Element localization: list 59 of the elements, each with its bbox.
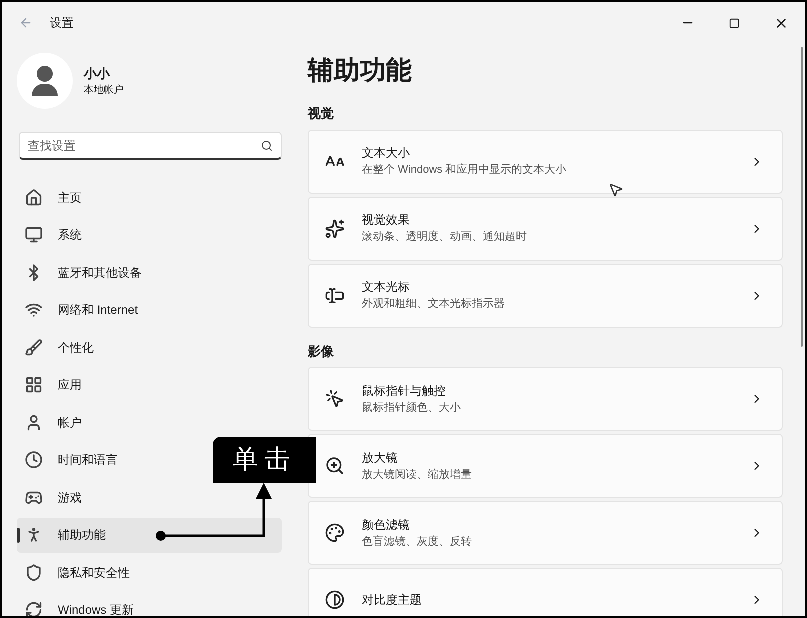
card-subtitle: 放大镜阅读、缩放增量 xyxy=(362,468,473,483)
wifi-icon xyxy=(25,301,43,319)
palette-icon xyxy=(325,523,345,543)
mouse-pointer-icon xyxy=(608,182,624,198)
card-subtitle: 滚动条、透明度、动画、通知超时 xyxy=(362,230,528,246)
sidebar-item[interactable]: 隐私和安全性 xyxy=(17,555,282,590)
search-field[interactable]: 查找设置 xyxy=(19,132,282,160)
sidebar-item[interactable]: 帐户 xyxy=(17,405,282,440)
shield-icon xyxy=(25,564,43,582)
back-icon[interactable] xyxy=(19,16,33,30)
settings-card[interactable]: 文本光标 外观和粗细、文本光标指示器 xyxy=(308,264,783,328)
zoom-in-icon xyxy=(325,456,345,476)
refresh-icon xyxy=(25,601,43,616)
text-cursor-icon xyxy=(325,286,345,306)
sidebar-item[interactable]: 个性化 xyxy=(17,330,282,365)
window-title: 设置 xyxy=(50,15,74,32)
sidebar-item[interactable]: 系统 xyxy=(17,218,282,252)
card-title: 鼠标指针与触控 xyxy=(362,382,447,400)
settings-card[interactable]: 对比度主题 xyxy=(308,568,783,616)
contrast-icon xyxy=(325,590,345,610)
sidebar-item[interactable]: 辅助功能 xyxy=(17,518,282,552)
maximize-icon xyxy=(729,18,740,28)
pointer-click-icon xyxy=(325,389,345,409)
clock-icon xyxy=(25,451,43,469)
sidebar-item[interactable]: 网络和 Internet xyxy=(17,292,282,328)
settings-card[interactable]: 鼠标指针与触控 鼠标指针颜色、大小 xyxy=(308,367,783,431)
sparkles-icon xyxy=(325,218,345,238)
user-icon xyxy=(25,414,43,432)
account-type: 本地帐户 xyxy=(84,84,124,98)
card-title: 颜色滤镜 xyxy=(362,516,411,534)
settings-card[interactable]: 颜色滤镜 色盲滤镜、灰度、反转 xyxy=(308,501,783,565)
selection-indicator xyxy=(17,528,20,542)
page-title: 辅助功能 xyxy=(308,57,413,83)
card-title: 文本大小 xyxy=(362,145,411,162)
brush-icon xyxy=(25,338,43,356)
settings-card[interactable]: 视觉效果 滚动条、透明度、动画、通知超时 xyxy=(308,196,783,260)
sidebar-item[interactable]: 蓝牙和其他设备 xyxy=(17,255,282,290)
home-icon xyxy=(25,188,43,206)
card-title: 放大镜 xyxy=(362,450,399,467)
sidebar-item[interactable]: 游戏 xyxy=(17,480,282,515)
card-title: 视觉效果 xyxy=(362,212,411,230)
apps-icon xyxy=(25,376,43,394)
card-subtitle: 鼠标指针颜色、大小 xyxy=(362,400,462,416)
settings-card[interactable]: 文本大小 在整个 Windows 和应用中显示的文本大小 xyxy=(308,130,783,194)
sidebar-item[interactable]: 主页 xyxy=(17,180,282,215)
click-callout-tooltip: 单击 xyxy=(213,437,316,483)
card-title: 文本光标 xyxy=(362,279,411,296)
search-icon xyxy=(261,140,273,152)
section-heading: 影像 xyxy=(308,342,335,360)
card-title: 对比度主题 xyxy=(362,592,423,609)
card-subtitle: 色盲滤镜、灰度、反转 xyxy=(362,534,473,550)
card-subtitle: 外观和粗细、文本光标指示器 xyxy=(362,296,506,312)
user-name: 小小 xyxy=(84,64,112,83)
section-heading: 视觉 xyxy=(308,105,335,123)
sidebar-item[interactable]: Windows 更新 xyxy=(17,592,282,616)
settings-card[interactable]: 放大镜 放大镜阅读、缩放增量 xyxy=(308,434,783,498)
sidebar-item[interactable]: 应用 xyxy=(17,368,282,402)
monitor-icon xyxy=(25,226,43,244)
card-subtitle: 在整个 Windows 和应用中显示的文本大小 xyxy=(362,162,568,178)
